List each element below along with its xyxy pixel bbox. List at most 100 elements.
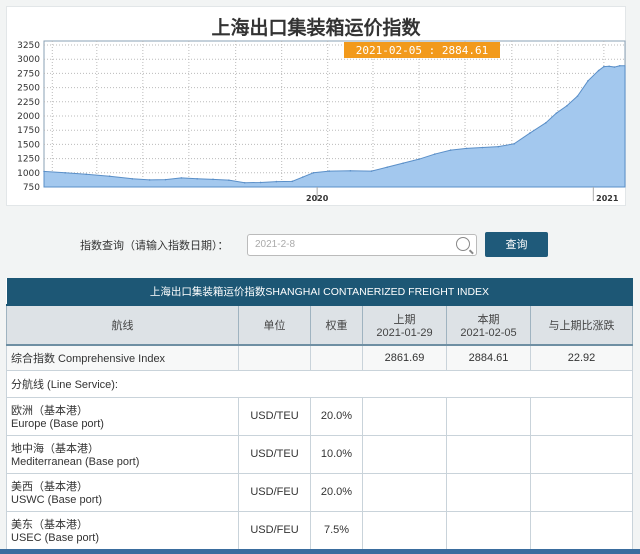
curr-cell <box>446 510 531 550</box>
data-point <box>259 181 262 184</box>
data-point <box>465 147 468 150</box>
weight-cell <box>310 344 363 371</box>
freight-index-chart[interactable]: 750 1000 1250 1500 1750 2000 2250 2500 2750 3000 3… <box>7 7 627 207</box>
data-point <box>302 176 304 178</box>
route-cell: 欧洲（基本港） Europe (Base port) <box>6 396 239 436</box>
change-cell <box>530 396 633 436</box>
tooltip-text: 2021-02-05 : 2884.61 <box>356 44 488 57</box>
date-input[interactable]: 2021-2-8 <box>247 234 477 256</box>
table-row: 欧洲（基本港） Europe (Base port) USD/TEU 20.0% <box>6 396 633 436</box>
weight-cell: 10.0% <box>310 434 363 474</box>
y-tick-label: 2750 <box>17 69 40 79</box>
x-tick-label: 2021 <box>596 194 619 203</box>
data-point <box>544 122 547 124</box>
table-caption: 上海出口集装箱运价指数SHANGHAI CONTANERIZED FREIGHT… <box>6 278 633 305</box>
prev-cell <box>362 434 447 474</box>
weight-cell: 20.0% <box>310 472 363 512</box>
query-label: 指数查询（请输入指数日期）： <box>80 239 229 252</box>
table-row-line-service: 分航线 (Line Service): <box>6 369 633 398</box>
data-point <box>608 65 610 68</box>
route-cell: 美东（基本港） USEC (Base port) <box>6 510 239 550</box>
data-point <box>576 95 579 97</box>
curr-cell <box>446 434 531 474</box>
y-tick-label: 2000 <box>17 112 40 122</box>
data-point <box>85 173 88 176</box>
y-tick-label: 2250 <box>17 98 40 108</box>
data-point <box>228 179 230 181</box>
y-tick-label: 3000 <box>17 55 40 65</box>
data-point <box>212 178 214 181</box>
prev-date: 2021-01-29 <box>376 327 433 339</box>
data-point <box>43 170 45 173</box>
unit-cell: USD/TEU <box>238 396 311 436</box>
data-point <box>434 153 436 155</box>
table-row: 美东（基本港） USEC (Base port) USD/FEU 7.5% <box>6 510 633 550</box>
change-cell <box>530 510 633 550</box>
data-point <box>497 145 500 148</box>
data-point <box>312 172 315 174</box>
data-point <box>386 166 389 168</box>
route-cn: 美西（基本港） <box>11 481 88 493</box>
data-point <box>180 177 183 179</box>
data-point <box>291 180 294 183</box>
data-point <box>349 170 352 172</box>
route-cell: 综合指数 Comprehensive Index <box>6 344 239 371</box>
query-button[interactable]: 查询 <box>485 232 548 257</box>
data-point <box>613 66 616 68</box>
data-point <box>370 170 373 172</box>
prev-cell: 2861.69 <box>362 344 447 371</box>
unit-cell <box>238 344 311 371</box>
col-prev: 上期 2021-01-29 <box>362 304 447 346</box>
data-point <box>566 104 568 107</box>
data-point <box>481 146 484 149</box>
prev-label: 上期 <box>393 314 416 326</box>
table-row-comprehensive: 综合指数 Comprehensive Index 2861.69 2884.61… <box>6 344 633 371</box>
route-cn: 地中海（基本港） <box>11 443 99 455</box>
route-cn: 美东（基本港） <box>11 519 88 531</box>
data-point <box>597 69 600 72</box>
data-point <box>603 65 605 68</box>
route-en: USEC (Base port) <box>11 532 100 544</box>
table-row: 地中海（基本港） Mediterranean (Base port) USD/TE… <box>6 434 633 474</box>
data-point <box>196 177 198 180</box>
prev-cell <box>362 472 447 512</box>
unit-cell: USD/FEU <box>238 510 311 550</box>
table-header-row: 航线 单位 权重 上期 2021-01-29 本期 2021-02-05 与上期比涨… <box>6 304 633 346</box>
line-service-label: 分航线 (Line Service): <box>6 369 633 398</box>
y-tick-label: 3250 <box>17 41 40 51</box>
curr-cell <box>446 396 531 436</box>
index-table: 上海出口集装箱运价指数SHANGHAI CONTANERIZED FREIGHT… <box>6 278 633 550</box>
query-bar: 指数查询（请输入指数日期）： 2021-2-8 查询 <box>0 232 640 257</box>
change-cell <box>530 434 633 474</box>
data-point <box>587 79 589 82</box>
curr-cell: 2884.61 <box>446 344 531 371</box>
weight-cell: 20.0% <box>310 396 363 436</box>
route-cn: 欧洲（基本港） <box>11 405 88 417</box>
col-curr: 本期 2021-02-05 <box>446 304 531 346</box>
change-cell <box>530 472 633 512</box>
y-tick-label: 1000 <box>17 169 40 179</box>
data-point <box>243 181 246 184</box>
data-point <box>513 143 515 145</box>
data-point <box>64 172 66 174</box>
chart-card: 上海出口集装箱运价指数 750 1000 1250 1500 1750 2000 2250 2… <box>6 6 626 206</box>
data-point <box>275 180 278 183</box>
table-row: 美西（基本港） USWC (Base port) USD/FEU 20.0% <box>6 472 633 512</box>
search-icon[interactable] <box>456 237 470 251</box>
prev-cell <box>362 396 447 436</box>
data-point <box>555 112 558 114</box>
curr-date: 2021-02-05 <box>460 327 517 339</box>
unit-cell: USD/FEU <box>238 472 311 512</box>
route-cell: 地中海（基本港） Mediterranean (Base port) <box>6 434 239 474</box>
data-point <box>328 170 331 172</box>
route-en: USWC (Base port) <box>11 494 103 506</box>
data-point <box>402 162 404 164</box>
y-tick-label: 1500 <box>17 140 40 150</box>
x-tick-label: 2020 <box>306 194 329 203</box>
col-route: 航线 <box>6 304 239 346</box>
col-unit: 单位 <box>238 304 311 346</box>
curr-label: 本期 <box>477 314 500 326</box>
data-point <box>148 179 151 181</box>
col-weight: 权重 <box>310 304 363 346</box>
y-tick-label: 1250 <box>17 155 40 165</box>
